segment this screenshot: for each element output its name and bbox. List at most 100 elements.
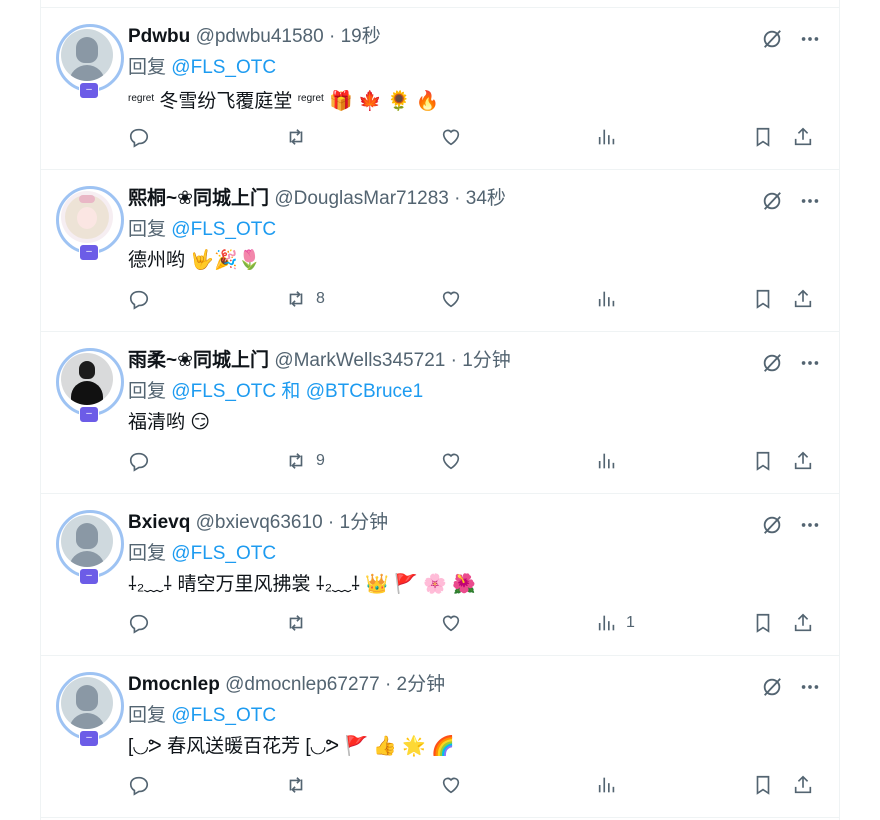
grok-icon[interactable] — [761, 514, 783, 536]
heart-icon — [440, 450, 462, 472]
reply-prefix: 回复 — [128, 543, 167, 564]
share-button[interactable] — [792, 126, 814, 148]
views-button[interactable] — [596, 774, 626, 796]
separator-dot: · — [327, 512, 335, 533]
mention-link[interactable]: @FLS_OTC — [171, 381, 276, 402]
timestamp[interactable]: 19秒 — [341, 26, 381, 47]
retweet-button[interactable] — [284, 126, 316, 148]
separator-dot: · — [328, 26, 336, 47]
display-name[interactable]: 雨柔~❀同城上门 — [128, 350, 269, 371]
reply-button[interactable] — [128, 288, 150, 310]
bookmark-button[interactable] — [752, 612, 774, 634]
tweet-header: 熙桐~❀同城上门 @DouglasMar71283 · 34秒 — [128, 187, 769, 211]
bookmark-button[interactable] — [752, 126, 774, 148]
bookmark-icon — [752, 612, 774, 634]
like-button[interactable] — [440, 126, 462, 148]
reply-button[interactable] — [128, 774, 150, 796]
text-prefix: [◟◞ᕗ — [128, 736, 162, 757]
retweet-count: 9 — [316, 452, 325, 469]
retweet-button[interactable]: 8 — [284, 288, 325, 310]
avatar-badge: – — [79, 406, 99, 423]
bookmark-button[interactable] — [752, 288, 774, 310]
tweet[interactable]: – Pdwbu @pdwbu41580 · 19秒 回复 @FLS_OTC re… — [41, 8, 839, 170]
tweet[interactable]: – Dmocnlep @dmocnlep67277 · 2分钟 回复 @FLS_… — [41, 656, 839, 818]
tweet-actions: 1 — [128, 612, 821, 640]
share-button[interactable] — [792, 450, 814, 472]
user-handle[interactable]: @dmocnlep67277 — [225, 674, 380, 695]
timestamp[interactable]: 1分钟 — [462, 350, 511, 371]
like-button[interactable] — [440, 612, 462, 634]
retweet-button[interactable]: 9 — [284, 450, 325, 472]
retweet-button[interactable] — [284, 774, 316, 796]
views-button[interactable] — [596, 126, 626, 148]
more-options-icon[interactable] — [799, 676, 821, 698]
separator-dot: · — [450, 350, 457, 371]
reply-icon — [128, 612, 150, 634]
like-button[interactable] — [440, 450, 462, 472]
bookmark-button[interactable] — [752, 450, 774, 472]
reply-context: 回复 @FLS_OTC 和 @BTCBruce1 — [128, 380, 423, 404]
separator-dot: · — [384, 674, 392, 695]
analytics-icon — [596, 288, 618, 310]
text-body: 冬雪纷飞覆庭堂 — [159, 91, 293, 112]
mention-link[interactable]: @FLS_OTC — [171, 543, 276, 564]
user-handle[interactable]: @MarkWells345721 — [274, 350, 445, 371]
grok-icon[interactable] — [761, 190, 783, 212]
avatar-badge: – — [79, 730, 99, 747]
timestamp[interactable]: 1分钟 — [340, 512, 389, 533]
more-options-icon[interactable] — [799, 28, 821, 50]
share-button[interactable] — [792, 288, 814, 310]
more-options-icon[interactable] — [799, 514, 821, 536]
views-button[interactable]: 1 — [596, 612, 635, 634]
user-handle[interactable]: @DouglasMar71283 — [274, 188, 449, 209]
mention-link-2[interactable]: @BTCBruce1 — [306, 381, 424, 402]
text-emoji: 🚩 👍 🌟 🌈 — [344, 736, 455, 757]
avatar-badge: – — [79, 82, 99, 99]
views-button[interactable] — [596, 288, 626, 310]
text-emoji: 😏 — [190, 412, 211, 433]
retweet-button[interactable] — [284, 612, 316, 634]
reply-button[interactable] — [128, 126, 150, 148]
tweet-top-icons — [761, 514, 821, 536]
bookmark-button[interactable] — [752, 774, 774, 796]
reply-context: 回复 @FLS_OTC — [128, 218, 276, 242]
analytics-icon — [596, 774, 618, 796]
tweet-text: 德州哟 🤟🎉🌷 — [128, 248, 261, 274]
avatar[interactable]: – — [56, 24, 124, 99]
avatar-head — [76, 37, 98, 63]
grok-icon[interactable] — [761, 352, 783, 374]
avatar[interactable]: – — [56, 672, 124, 747]
grok-icon[interactable] — [761, 676, 783, 698]
tweet[interactable]: – 雨柔~❀同城上门 @MarkWells345721 · 1分钟 回复 @FL… — [41, 332, 839, 494]
display-name[interactable]: 熙桐~❀同城上门 — [128, 188, 269, 209]
display-name[interactable]: Dmocnlep — [128, 674, 220, 695]
tweet[interactable]: – 熙桐~❀同城上门 @DouglasMar71283 · 34秒 回复 @FL… — [41, 170, 839, 332]
like-button[interactable] — [440, 288, 462, 310]
mention-link[interactable]: @FLS_OTC — [171, 705, 276, 726]
display-name[interactable]: Bxievq — [128, 512, 190, 533]
more-options-icon[interactable] — [799, 190, 821, 212]
share-icon — [792, 612, 814, 634]
user-handle[interactable]: @pdwbu41580 — [196, 26, 324, 47]
user-handle[interactable]: @bxievq63610 — [196, 512, 323, 533]
reply-button[interactable] — [128, 450, 150, 472]
views-button[interactable] — [596, 450, 626, 472]
mention-link[interactable]: @FLS_OTC — [171, 57, 276, 78]
more-options-icon[interactable] — [799, 352, 821, 374]
timestamp[interactable]: 34秒 — [466, 188, 506, 209]
reply-button[interactable] — [128, 612, 150, 634]
timestamp[interactable]: 2分钟 — [397, 674, 446, 695]
mention-and: 和 — [281, 381, 301, 402]
share-button[interactable] — [792, 612, 814, 634]
reply-context: 回复 @FLS_OTC — [128, 56, 276, 80]
grok-icon[interactable] — [761, 28, 783, 50]
avatar[interactable]: – — [56, 348, 124, 423]
avatar[interactable]: – — [56, 186, 124, 261]
like-button[interactable] — [440, 774, 462, 796]
avatar[interactable]: – — [56, 510, 124, 585]
tweet-actions: 9 — [128, 450, 821, 478]
mention-link[interactable]: @FLS_OTC — [171, 219, 276, 240]
tweet[interactable]: – Bxievq @bxievq63610 · 1分钟 回复 @FLS_OTC … — [41, 494, 839, 656]
display-name[interactable]: Pdwbu — [128, 26, 190, 47]
share-button[interactable] — [792, 774, 814, 796]
